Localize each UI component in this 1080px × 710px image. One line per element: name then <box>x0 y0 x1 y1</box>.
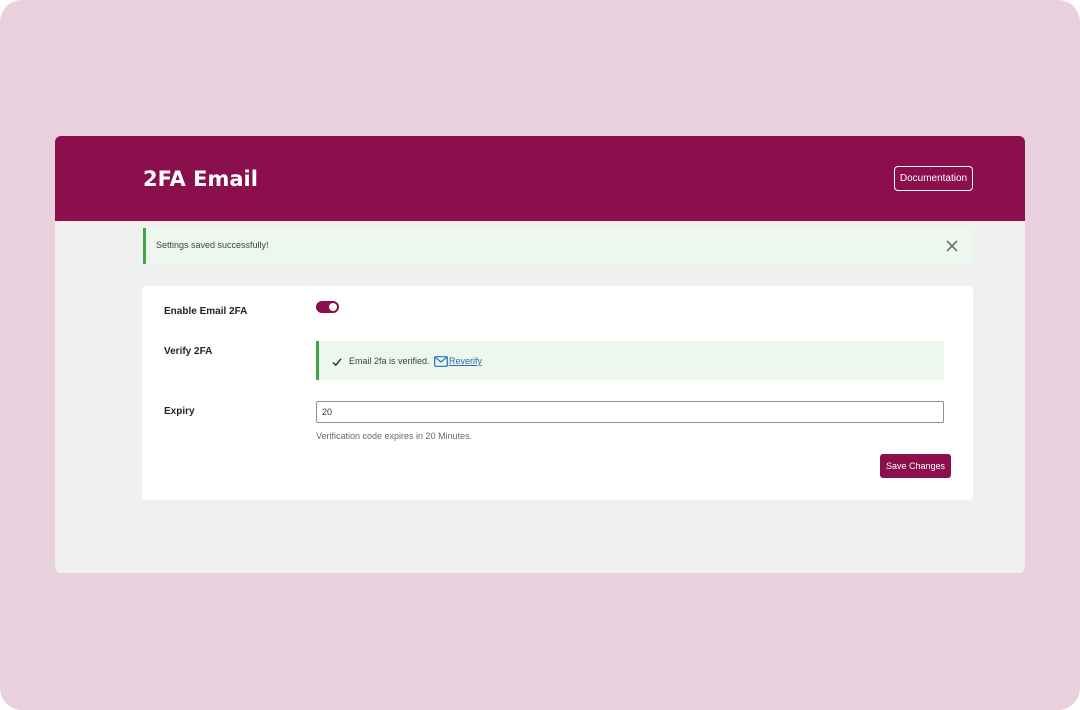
enable-email-2fa-toggle[interactable] <box>316 301 339 313</box>
page-header: 2FA Email Documentation <box>55 136 1025 221</box>
reverify-link[interactable]: Reverify <box>449 356 482 366</box>
enable-email-2fa-label: Enable Email 2FA <box>164 306 248 317</box>
success-notice: Settings saved successfully! <box>143 228 973 264</box>
verify-status-box: Email 2fa is verified. Reverify <box>316 341 944 380</box>
settings-window: 2FA Email Documentation Settings saved s… <box>55 136 1025 573</box>
save-changes-button[interactable]: Save Changes <box>880 454 951 478</box>
check-icon <box>332 354 342 367</box>
expiry-label: Expiry <box>164 406 195 417</box>
mail-icon[interactable] <box>434 354 448 367</box>
documentation-button[interactable]: Documentation <box>894 166 973 191</box>
settings-card: Enable Email 2FA Verify 2FA Email 2fa is… <box>142 286 973 500</box>
page-title: 2FA Email <box>143 167 258 191</box>
close-icon[interactable] <box>945 239 959 253</box>
verify-status-text: Email 2fa is verified. <box>349 356 430 366</box>
toggle-knob <box>329 303 337 311</box>
expiry-help-text: Verification code expires in 20 Minutes. <box>316 431 473 441</box>
notice-message: Settings saved successfully! <box>156 240 269 250</box>
verify-2fa-label: Verify 2FA <box>164 346 213 357</box>
expiry-input[interactable] <box>316 401 944 423</box>
